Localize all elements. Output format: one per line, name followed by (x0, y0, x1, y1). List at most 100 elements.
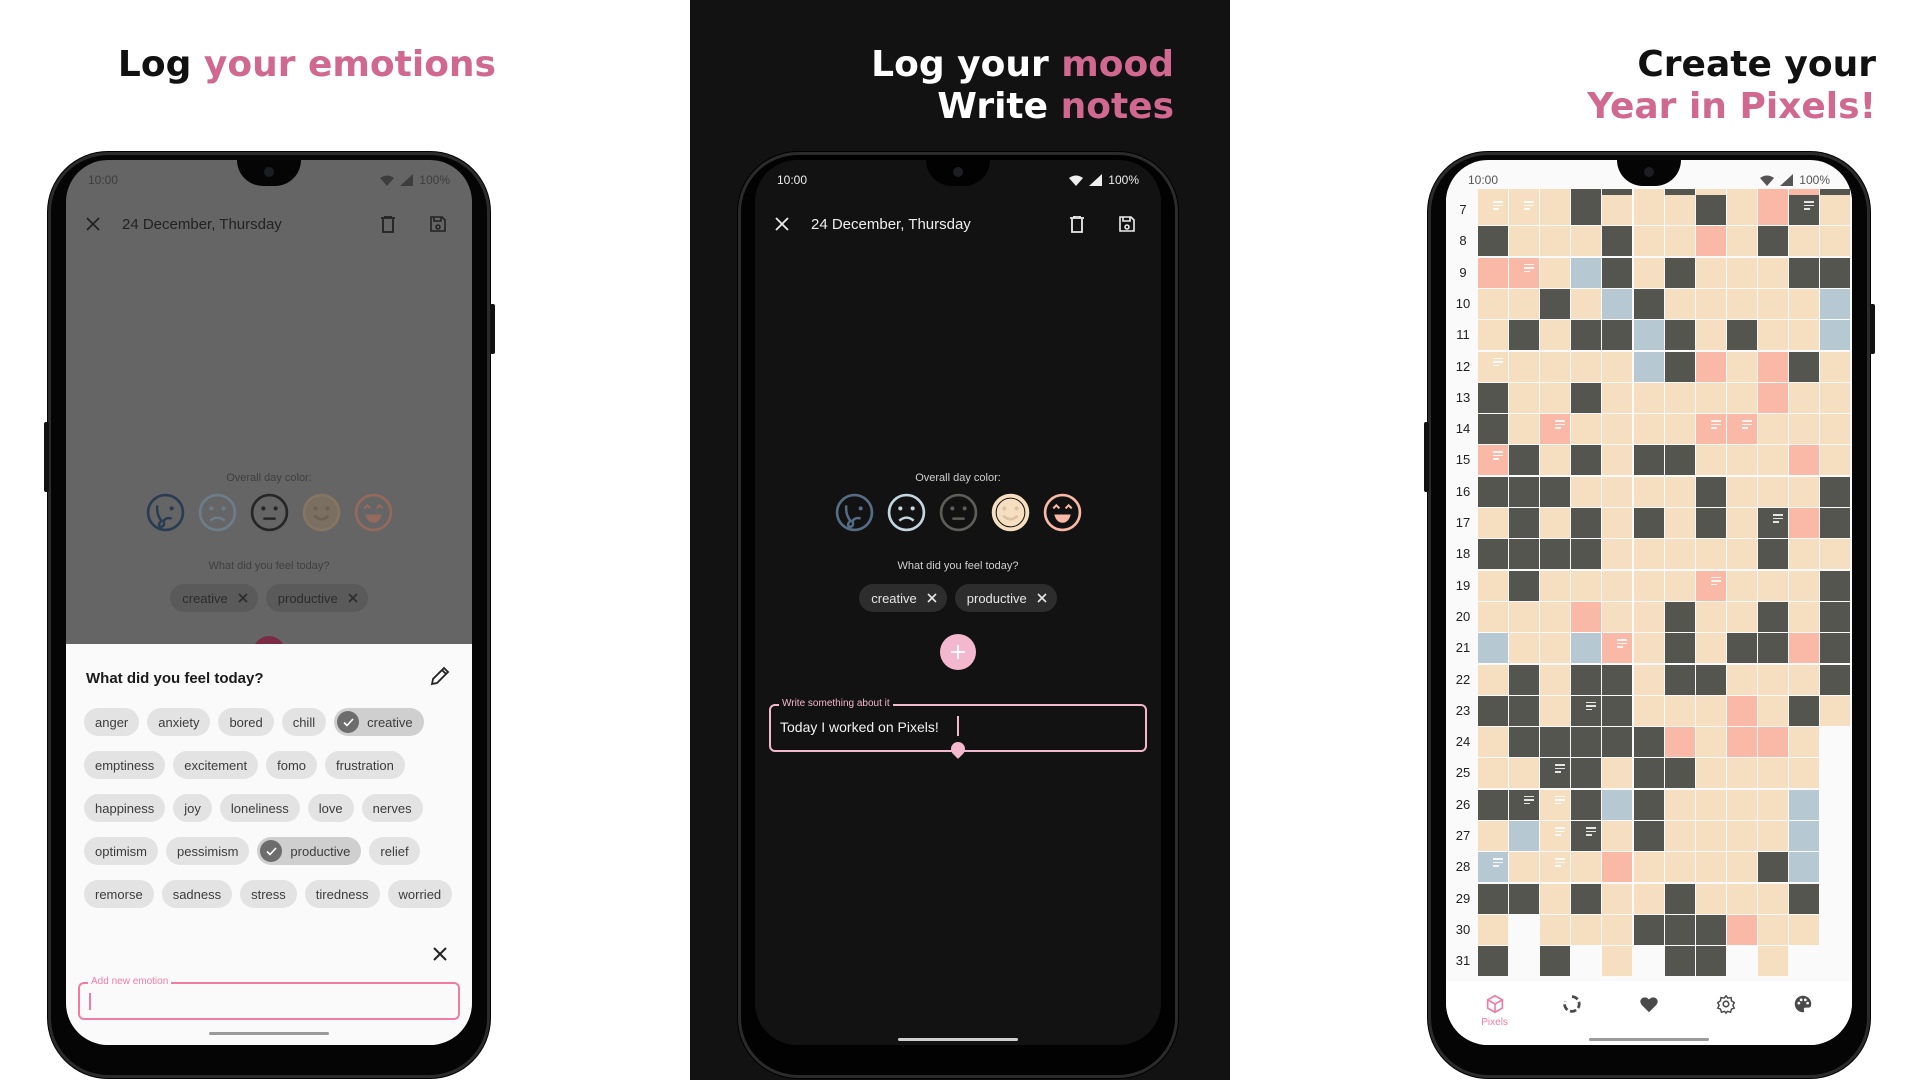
pixel-peach[interactable] (1664, 570, 1695, 601)
pixel-peach[interactable] (1695, 257, 1726, 288)
remove-icon[interactable] (1037, 593, 1047, 603)
pixel-peach[interactable] (1633, 633, 1664, 664)
pixel-peach[interactable] (1602, 414, 1633, 445)
pixel-dark[interactable] (1478, 883, 1508, 914)
pixel-peach[interactable] (1664, 539, 1695, 570)
pixel-peach[interactable] (1664, 414, 1695, 445)
pixel-blue[interactable] (1789, 852, 1819, 883)
emotion-chip-chill[interactable]: chill (281, 708, 327, 736)
pixel-peach[interactable] (1789, 539, 1819, 570)
pixel-blue[interactable] (1571, 257, 1602, 288)
pixel-peach[interactable] (1726, 601, 1757, 632)
pixel-peach[interactable] (1726, 758, 1757, 789)
pixel-pink[interactable] (1664, 727, 1695, 758)
pixel-peach[interactable] (1571, 476, 1602, 507)
pixel-peach[interactable] (1540, 382, 1571, 413)
pixel-dark[interactable] (1571, 883, 1602, 914)
pixel-peach[interactable] (1664, 821, 1695, 851)
pixel-dark[interactable] (1509, 445, 1540, 476)
mood-very-happy-icon[interactable] (1042, 492, 1083, 533)
pixel-dark[interactable] (1509, 570, 1540, 601)
pixel-dark[interactable] (1820, 476, 1851, 507)
pixel-pink[interactable] (1695, 414, 1726, 445)
pixel-pink[interactable] (1757, 382, 1788, 413)
selected-chip[interactable]: productive (265, 584, 368, 612)
mood-very-happy-icon[interactable] (353, 492, 394, 533)
pixel-peach[interactable] (1726, 789, 1757, 820)
pixel-peach[interactable] (1726, 195, 1757, 225)
pixel-peach[interactable] (1540, 195, 1571, 225)
pixel-peach[interactable] (1757, 476, 1788, 507)
pixel-peach[interactable] (1695, 601, 1726, 632)
pixel-dark[interactable] (1789, 695, 1819, 726)
pixel-dark[interactable] (1820, 257, 1851, 288)
pixel-pink[interactable] (1695, 570, 1726, 601)
cursor-handle[interactable] (948, 739, 968, 759)
pixel-peach[interactable] (1757, 695, 1788, 726)
emotion-chip-productive[interactable]: productive (257, 837, 362, 865)
pixel-peach[interactable] (1789, 727, 1819, 758)
pixel-dark[interactable] (1602, 257, 1633, 288)
pixel-peach[interactable] (1695, 320, 1726, 351)
pixel-dark[interactable] (1789, 351, 1819, 382)
pixel-dark[interactable] (1540, 539, 1571, 570)
pixel-peach[interactable] (1664, 789, 1695, 820)
pixel-peach[interactable] (1726, 883, 1757, 914)
pixel-dark[interactable] (1664, 946, 1695, 977)
pixel-blue[interactable] (1478, 852, 1508, 883)
pixel-pink[interactable] (1726, 414, 1757, 445)
pixel-dark[interactable] (1695, 664, 1726, 695)
mood-crying-icon[interactable] (834, 492, 875, 533)
pixel-pink[interactable] (1478, 445, 1508, 476)
pixel-dark[interactable] (1664, 883, 1695, 914)
emotion-chip-remorse[interactable]: remorse (84, 880, 154, 908)
pixel-peach[interactable] (1695, 821, 1726, 851)
pixel-pink[interactable] (1789, 445, 1819, 476)
pixel-peach[interactable] (1540, 789, 1571, 820)
nav-item-pixels[interactable]: Pixels (1465, 981, 1525, 1028)
pixel-dark[interactable] (1664, 320, 1695, 351)
emotion-chip-nerves[interactable]: nerves (361, 794, 423, 822)
pixel-peach[interactable] (1789, 758, 1819, 789)
pixel-dark[interactable] (1664, 914, 1695, 945)
pixel-peach[interactable] (1695, 539, 1726, 570)
pixel-blue[interactable] (1789, 789, 1819, 820)
mood-neutral-icon[interactable] (249, 492, 290, 533)
emotion-chip-loneliness[interactable]: loneliness (219, 794, 300, 822)
pixel-dark[interactable] (1633, 727, 1664, 758)
pixel-pink[interactable] (1789, 508, 1819, 538)
pixel-peach[interactable] (1633, 601, 1664, 632)
emotion-chip-emptiness[interactable]: emptiness (84, 751, 166, 779)
pixel-dark[interactable] (1789, 257, 1819, 288)
pixel-pink[interactable] (1478, 257, 1508, 288)
pixel-peach[interactable] (1602, 195, 1633, 225)
pixel-peach[interactable] (1695, 695, 1726, 726)
pixel-dark[interactable] (1820, 508, 1851, 538)
pixel-dark[interactable] (1540, 727, 1571, 758)
pixel-peach[interactable] (1695, 852, 1726, 883)
pixel-peach[interactable] (1571, 226, 1602, 257)
pixel-dark[interactable] (1478, 476, 1508, 507)
pixel-peach[interactable] (1664, 476, 1695, 507)
pixel-peach[interactable] (1695, 288, 1726, 319)
pixel-dark[interactable] (1633, 789, 1664, 820)
pixel-peach[interactable] (1757, 320, 1788, 351)
pixel-pink[interactable] (1602, 633, 1633, 664)
pixel-blue[interactable] (1478, 633, 1508, 664)
pixel-peach[interactable] (1478, 508, 1508, 538)
pixel-dark[interactable] (1571, 445, 1602, 476)
pixel-dark[interactable] (1509, 320, 1540, 351)
pixel-dark[interactable] (1571, 508, 1602, 538)
pixel-peach[interactable] (1571, 414, 1602, 445)
pixel-dark[interactable] (1478, 789, 1508, 820)
pixel-peach[interactable] (1820, 226, 1851, 257)
pixel-blue[interactable] (1602, 288, 1633, 319)
edit-pencil-icon[interactable] (428, 664, 452, 688)
pixel-peach[interactable] (1820, 445, 1851, 476)
pixel-pink[interactable] (1571, 601, 1602, 632)
pixel-peach[interactable] (1602, 382, 1633, 413)
pixel-peach[interactable] (1757, 946, 1788, 977)
pixel-dark[interactable] (1478, 539, 1508, 570)
pixel-dark[interactable] (1540, 946, 1571, 977)
pixel-peach[interactable] (1820, 382, 1851, 413)
